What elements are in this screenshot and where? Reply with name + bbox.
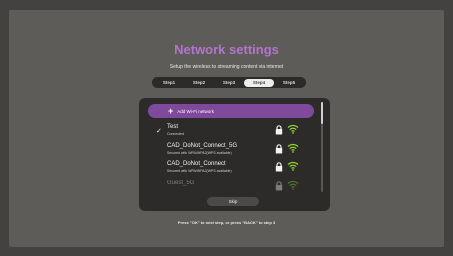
network-status: Secured with WPA/WPA2(WPS available) — [167, 151, 232, 155]
wifi-icon — [287, 143, 299, 153]
network-name: CAD_DoNot_Connect_5G — [167, 143, 238, 149]
lock-icon — [275, 144, 283, 154]
footer-hint: Press "OK" to next step, or press "BACK"… — [177, 220, 276, 225]
page-title: Network settings — [174, 42, 279, 57]
skip-button[interactable]: Skip — [207, 197, 259, 206]
network-name: CAD_DoNot_Connect — [167, 161, 226, 167]
wifi-icon — [287, 180, 299, 190]
plus-icon: + — [168, 105, 174, 116]
add-wifi-network-label: Add Wi-Fi network — [177, 108, 215, 114]
step-3: Step3 — [222, 79, 236, 85]
add-wifi-network-button[interactable]: + Add Wi-Fi network — [148, 104, 314, 118]
network-item-guest-5g[interactable]: Guest_5G — [150, 180, 314, 191]
step-indicator: Step1 Step2 Step3 Step4 Step5 — [152, 77, 306, 88]
network-item-cad[interactable]: CAD_DoNot_Connect Secured with WPA/WPA2(… — [150, 161, 314, 177]
network-item-test[interactable]: ✓ Test Connected — [150, 124, 314, 140]
network-name: Guest_5G — [167, 180, 195, 186]
page-subtitle: Setup the wireless to streaming content … — [169, 64, 284, 70]
lock-icon — [275, 162, 283, 172]
step-2: Step2 — [192, 79, 206, 85]
network-status: Connected — [167, 132, 184, 136]
step-4-active: Step4 — [244, 78, 274, 87]
network-status: Secured with WPA/WPA2(WPS available) — [167, 169, 232, 173]
step-5: Step5 — [282, 79, 296, 85]
wifi-icon — [287, 124, 299, 134]
lock-icon — [275, 125, 283, 135]
step-1: Step1 — [162, 79, 176, 85]
check-icon: ✓ — [156, 128, 162, 135]
lock-icon — [275, 181, 283, 191]
network-name: Test — [167, 124, 179, 130]
network-item-cad-5g[interactable]: CAD_DoNot_Connect_5G Secured with WPA/WP… — [150, 143, 314, 159]
scrollbar-thumb[interactable] — [321, 102, 323, 124]
wifi-icon — [287, 161, 299, 171]
